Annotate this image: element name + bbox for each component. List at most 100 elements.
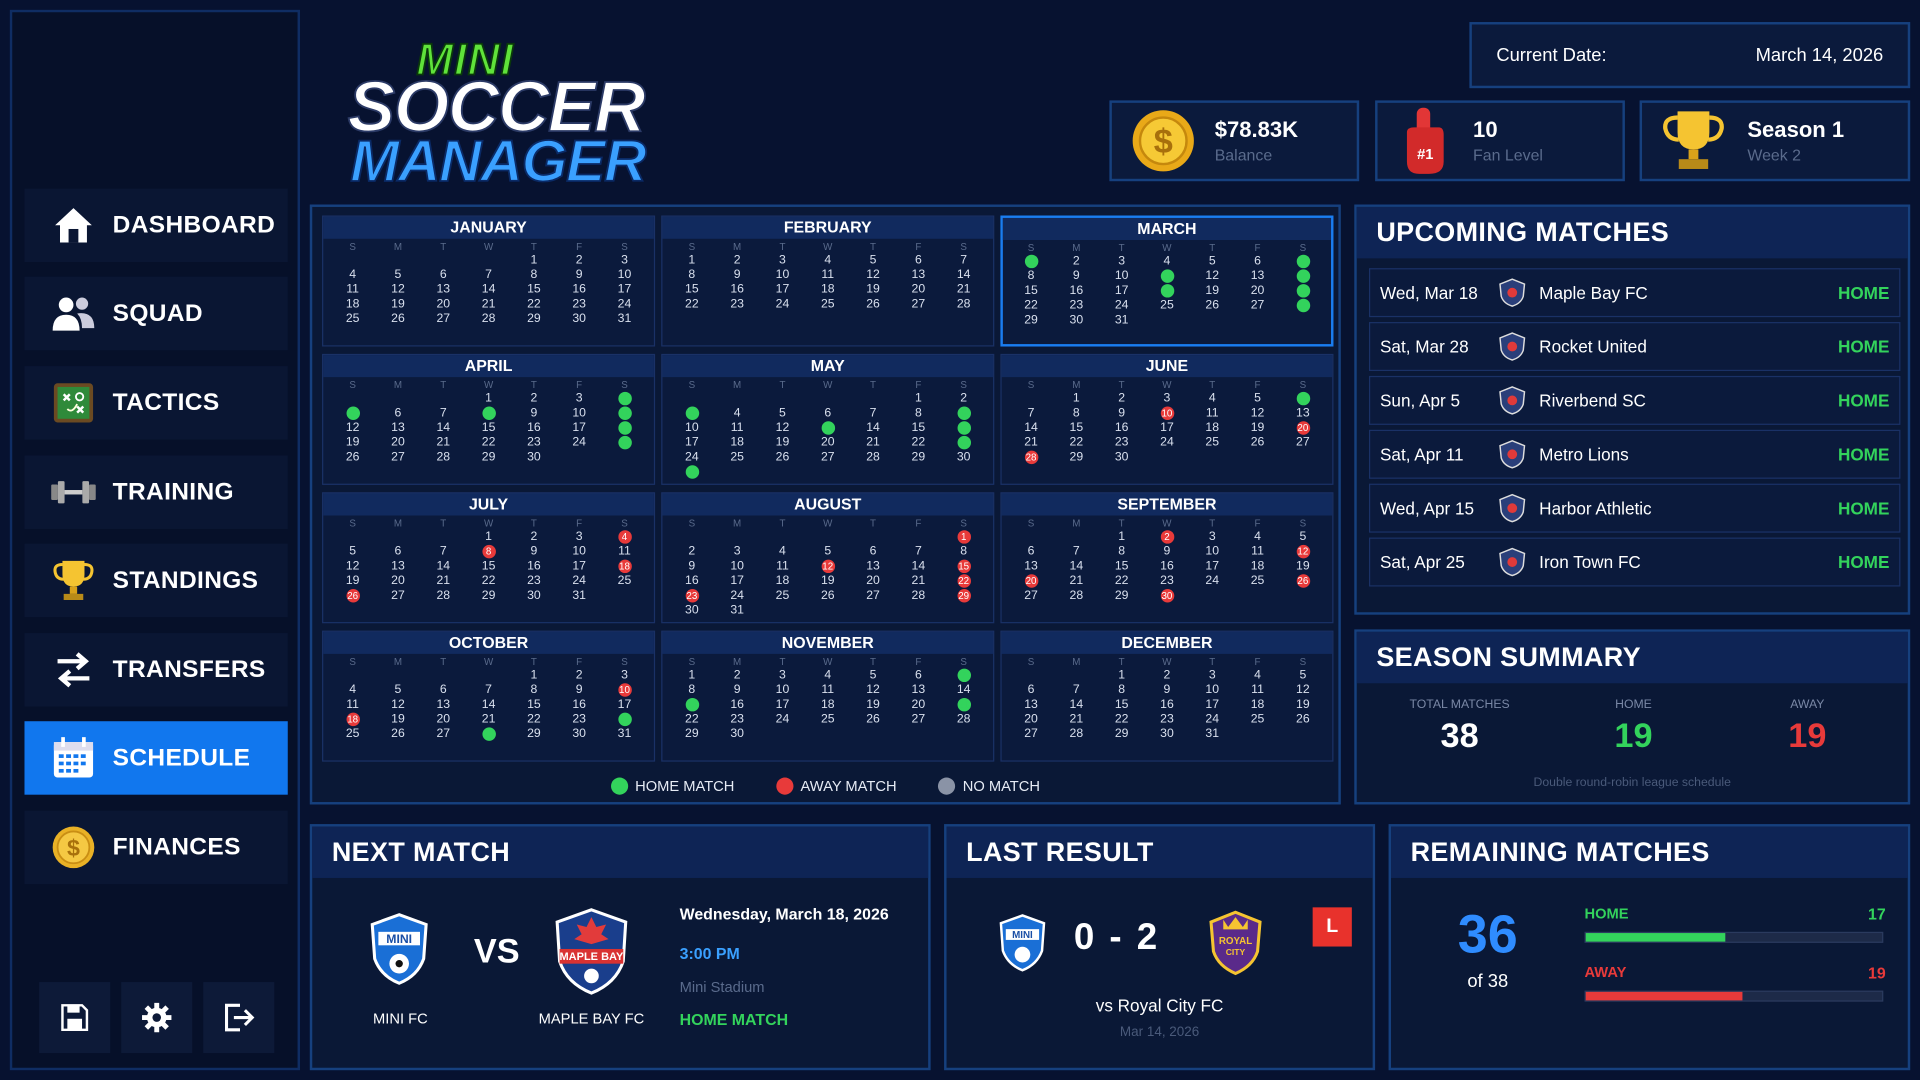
day-cell[interactable]: 7 xyxy=(466,683,511,698)
day-cell[interactable]: 27 xyxy=(1235,299,1280,314)
day-cell[interactable]: 8 xyxy=(1008,269,1053,284)
nav-standings[interactable]: STANDINGS xyxy=(24,543,288,618)
day-cell[interactable]: 24 xyxy=(602,298,647,313)
day-cell[interactable]: 2 xyxy=(669,545,714,560)
day-cell[interactable]: 13 xyxy=(1235,269,1280,284)
day-home-match[interactable]: 15 xyxy=(669,697,714,713)
day-cell[interactable]: 1 xyxy=(466,392,511,407)
day-cell[interactable]: 14 xyxy=(850,421,895,436)
upcoming-match-row[interactable]: Sat, Apr 11 Metro Lions HOME xyxy=(1368,429,1901,479)
day-home-match[interactable]: 23 xyxy=(941,435,986,451)
day-cell[interactable]: 28 xyxy=(421,589,466,604)
day-cell[interactable]: 2 xyxy=(557,253,602,268)
day-cell[interactable]: 2 xyxy=(714,669,759,684)
day-cell[interactable]: 1 xyxy=(1054,392,1099,407)
day-away-match[interactable]: 30 xyxy=(1144,588,1189,604)
day-cell[interactable]: 26 xyxy=(375,727,420,742)
day-cell[interactable]: 28 xyxy=(941,298,986,313)
day-cell[interactable]: 24 xyxy=(1099,299,1144,314)
day-cell[interactable]: 6 xyxy=(421,268,466,283)
day-cell[interactable]: 11 xyxy=(602,545,647,560)
day-cell[interactable]: 11 xyxy=(714,421,759,436)
day-cell[interactable]: 15 xyxy=(466,421,511,436)
day-cell[interactable]: 23 xyxy=(557,713,602,728)
day-cell[interactable]: 7 xyxy=(1054,683,1099,698)
day-cell[interactable]: 6 xyxy=(375,545,420,560)
day-cell[interactable]: 23 xyxy=(1144,574,1189,589)
day-cell[interactable]: 4 xyxy=(1144,255,1189,270)
day-away-match[interactable]: 8 xyxy=(466,544,511,560)
day-cell[interactable]: 27 xyxy=(1008,727,1053,742)
day-cell[interactable]: 23 xyxy=(714,713,759,728)
day-cell[interactable]: 30 xyxy=(511,451,556,466)
day-cell[interactable]: 29 xyxy=(1099,727,1144,742)
day-cell[interactable]: 18 xyxy=(760,574,805,589)
day-away-match[interactable]: 18 xyxy=(330,712,375,728)
day-cell[interactable]: 21 xyxy=(466,713,511,728)
day-cell[interactable]: 20 xyxy=(850,574,895,589)
day-cell[interactable]: 10 xyxy=(760,268,805,283)
day-cell[interactable]: 25 xyxy=(330,312,375,327)
day-cell[interactable]: 21 xyxy=(421,436,466,451)
day-cell[interactable]: 24 xyxy=(557,436,602,451)
day-cell[interactable]: 27 xyxy=(1008,589,1053,604)
day-cell[interactable]: 3 xyxy=(1099,255,1144,270)
day-away-match[interactable]: 4 xyxy=(602,530,647,545)
day-cell[interactable]: 15 xyxy=(511,283,556,298)
upcoming-match-row[interactable]: Sat, Apr 25 Iron Town FC HOME xyxy=(1368,537,1901,587)
day-home-match[interactable]: 9 xyxy=(941,406,986,422)
day-cell[interactable]: 27 xyxy=(375,589,420,604)
day-home-match[interactable]: 6 xyxy=(1280,391,1325,407)
day-cell[interactable]: 16 xyxy=(714,698,759,713)
day-home-match[interactable]: 31 xyxy=(669,465,714,480)
day-cell[interactable]: 29 xyxy=(1054,451,1099,466)
day-cell[interactable]: 29 xyxy=(896,451,941,466)
day-cell[interactable]: 1 xyxy=(466,530,511,545)
day-cell[interactable]: 20 xyxy=(375,574,420,589)
day-cell[interactable]: 23 xyxy=(1099,436,1144,451)
day-cell[interactable]: 4 xyxy=(805,669,850,684)
day-cell[interactable]: 11 xyxy=(760,560,805,575)
day-cell[interactable]: 24 xyxy=(1190,713,1235,728)
day-cell[interactable]: 23 xyxy=(714,298,759,313)
day-cell[interactable]: 30 xyxy=(1144,727,1189,742)
upcoming-match-row[interactable]: Wed, Apr 15 Harbor Athletic HOME xyxy=(1368,483,1901,533)
day-cell[interactable]: 6 xyxy=(1008,545,1053,560)
day-cell[interactable]: 28 xyxy=(1054,589,1099,604)
day-cell[interactable]: 21 xyxy=(1008,436,1053,451)
day-cell[interactable]: 5 xyxy=(760,407,805,422)
day-cell[interactable]: 1 xyxy=(511,253,556,268)
calendar-month-september[interactable]: SEPTEMBER S M T W T F S 1 2 3 4 5 6 7 8 9 10 11 12 13 14 15 16 1… xyxy=(1000,492,1334,624)
day-cell[interactable]: 5 xyxy=(375,683,420,698)
day-cell[interactable]: 6 xyxy=(375,407,420,422)
day-cell[interactable]: 25 xyxy=(1190,436,1235,451)
day-cell[interactable]: 27 xyxy=(421,727,466,742)
day-cell[interactable]: 20 xyxy=(805,436,850,451)
day-cell[interactable]: 30 xyxy=(557,727,602,742)
day-cell[interactable]: 9 xyxy=(1144,545,1189,560)
day-cell[interactable]: 26 xyxy=(330,451,375,466)
day-cell[interactable]: 3 xyxy=(714,545,759,560)
day-away-match[interactable]: 18 xyxy=(602,559,647,575)
day-cell[interactable]: 5 xyxy=(1280,530,1325,545)
calendar-month-april[interactable]: APRIL S M T W T F S 1 2 3 4 5 6 7 8 9 10 11 12 13 14 15 16 17 18 1… xyxy=(322,353,656,485)
day-away-match[interactable]: 28 xyxy=(1008,450,1053,466)
day-cell[interactable]: 13 xyxy=(375,421,420,436)
nav-training[interactable]: TRAINING xyxy=(24,455,288,529)
calendar-month-august[interactable]: AUGUST S M T W T F S 1 2 3 4 5 6 7 8 9 10 11 12 13 14 15 16 17 18… xyxy=(661,492,995,624)
day-cell[interactable]: 21 xyxy=(896,574,941,589)
day-cell[interactable]: 8 xyxy=(1054,407,1099,422)
day-cell[interactable]: 4 xyxy=(760,545,805,560)
day-cell[interactable]: 14 xyxy=(941,268,986,283)
day-cell[interactable]: 19 xyxy=(1190,284,1235,299)
nav-dashboard[interactable]: DASHBOARD xyxy=(24,188,288,263)
day-cell[interactable]: 23 xyxy=(1054,299,1099,314)
day-cell[interactable]: 5 xyxy=(850,669,895,684)
day-cell[interactable]: 23 xyxy=(557,298,602,313)
day-cell[interactable]: 3 xyxy=(557,530,602,545)
day-cell[interactable]: 4 xyxy=(1235,530,1280,545)
day-cell[interactable]: 8 xyxy=(669,268,714,283)
day-cell[interactable]: 21 xyxy=(466,298,511,313)
day-cell[interactable]: 23 xyxy=(1144,713,1189,728)
day-cell[interactable]: 2 xyxy=(557,669,602,684)
